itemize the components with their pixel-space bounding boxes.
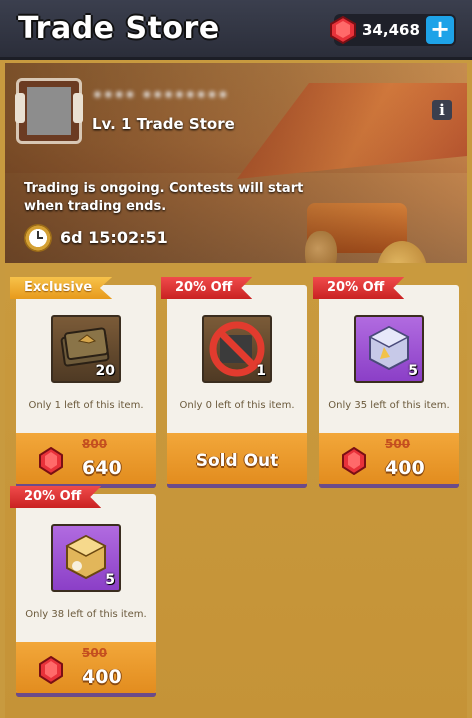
store-level: Lv. 1 Trade Store bbox=[92, 115, 235, 133]
item-tile: 5 bbox=[51, 524, 121, 592]
discount-tag: 20% Off bbox=[10, 486, 102, 508]
product-card[interactable]: Exclusive 20 Only 1 left of this item. 8… bbox=[10, 277, 156, 488]
item-count: 1 bbox=[256, 363, 266, 379]
original-price: 500 bbox=[82, 646, 108, 660]
stock-text: Only 0 left of this item. bbox=[179, 400, 295, 411]
info-icon[interactable]: i bbox=[432, 100, 452, 120]
item-tile: 20 bbox=[51, 315, 121, 383]
buy-button[interactable]: 500 400 bbox=[319, 433, 459, 488]
top-bar: Trade Store 34,468 + bbox=[0, 0, 472, 60]
gem-amount: 34,468 bbox=[362, 21, 420, 39]
discount-tag: 20% Off bbox=[313, 277, 405, 299]
sale-price: 400 bbox=[82, 666, 122, 688]
trading-status-text: Trading is ongoing. Contests will start … bbox=[24, 181, 304, 214]
avatar-frame-wing-icon bbox=[15, 93, 25, 123]
item-tile: 1 bbox=[202, 315, 272, 383]
player-name: •••• •••••••• bbox=[92, 86, 229, 106]
sale-price: 640 bbox=[82, 457, 122, 479]
sold-out-label: Sold Out bbox=[195, 451, 279, 471]
product-grid: Exclusive 20 Only 1 left of this item. 8… bbox=[5, 266, 467, 718]
original-price: 500 bbox=[385, 437, 411, 451]
avatar-image bbox=[27, 87, 71, 135]
page-title: Trade Store bbox=[18, 11, 220, 46]
product-card[interactable]: 20% Off 5 Only 35 left of this item. 500… bbox=[313, 277, 459, 488]
gem-balance: 34,468 + bbox=[330, 14, 456, 46]
add-gems-button[interactable]: + bbox=[426, 16, 454, 44]
discount-tag: 20% Off bbox=[161, 277, 253, 299]
item-tile: 5 bbox=[354, 315, 424, 383]
original-price: 800 bbox=[82, 437, 108, 451]
product-card[interactable]: 20% Off 5 Only 38 left of this item. 500… bbox=[10, 486, 156, 697]
sale-price: 400 bbox=[385, 457, 425, 479]
product-card[interactable]: 20% Off 1 Only 0 left of this item. Sold… bbox=[161, 277, 307, 488]
timer-text: 6d 15:02:51 bbox=[60, 228, 168, 247]
sold-out-button: Sold Out bbox=[167, 433, 307, 488]
item-count: 20 bbox=[95, 363, 115, 379]
item-count: 5 bbox=[408, 363, 418, 379]
stock-text: Only 35 left of this item. bbox=[328, 400, 450, 411]
stock-text: Only 38 left of this item. bbox=[25, 609, 147, 620]
ruby-gem-icon bbox=[39, 447, 63, 475]
clock-icon bbox=[24, 224, 52, 252]
ruby-gem-icon bbox=[39, 656, 63, 684]
ruby-gem-icon bbox=[342, 447, 366, 475]
avatar-frame-wing-icon bbox=[73, 93, 83, 123]
buy-button[interactable]: 800 640 bbox=[16, 433, 156, 488]
exclusive-tag: Exclusive bbox=[10, 277, 113, 299]
ruby-gem-icon bbox=[330, 15, 356, 45]
buy-button[interactable]: 500 400 bbox=[16, 642, 156, 697]
avatar[interactable] bbox=[15, 78, 83, 144]
item-count: 5 bbox=[105, 572, 115, 588]
stock-text: Only 1 left of this item. bbox=[28, 400, 144, 411]
